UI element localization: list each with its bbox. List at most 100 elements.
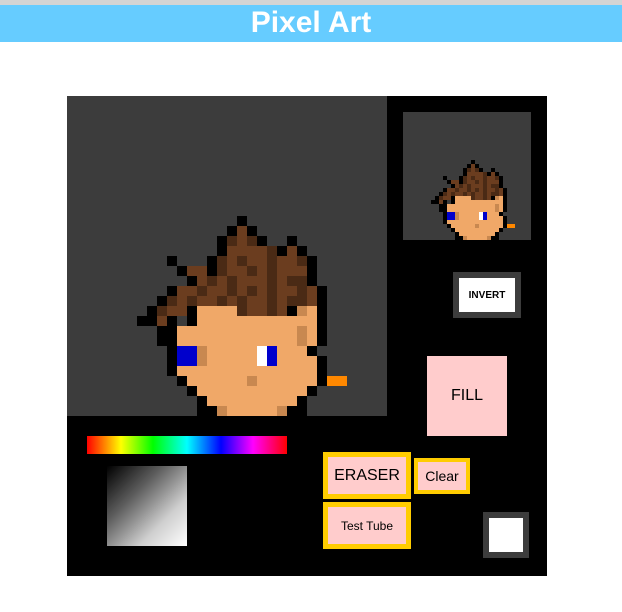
pixel <box>479 180 483 184</box>
pixel <box>447 196 451 200</box>
pixel <box>463 216 467 220</box>
pixel <box>447 188 451 192</box>
pixel <box>207 386 217 396</box>
pixel <box>147 316 157 326</box>
pixel <box>317 286 327 296</box>
pixel <box>459 180 463 184</box>
pixel <box>237 306 247 316</box>
pixel <box>483 192 487 196</box>
pixel <box>257 336 267 346</box>
pixel <box>467 232 471 236</box>
pixel <box>167 356 177 366</box>
pixel <box>443 204 447 208</box>
pixel <box>167 286 177 296</box>
pixel <box>467 204 471 208</box>
pixel <box>507 224 511 228</box>
pixel <box>483 200 487 204</box>
pixel <box>217 296 227 306</box>
pixel <box>483 220 487 224</box>
pixel <box>459 176 463 180</box>
pixel <box>257 366 267 376</box>
pixel <box>483 216 487 220</box>
selected-color-swatch[interactable] <box>483 512 529 558</box>
pixel <box>443 188 447 192</box>
pixel <box>187 346 197 356</box>
pixel <box>267 336 277 346</box>
pixel <box>475 216 479 220</box>
pixel <box>247 346 257 356</box>
pixel <box>487 176 491 180</box>
pixel <box>459 196 463 200</box>
pixel <box>439 192 443 196</box>
clear-button-label: Clear <box>425 468 459 484</box>
pixel <box>451 212 455 216</box>
pixel <box>451 180 455 184</box>
pixel <box>167 296 177 306</box>
pixel <box>475 164 479 168</box>
test-tube-button[interactable]: Test Tube <box>323 502 411 549</box>
pixel <box>197 316 207 326</box>
pixel <box>483 176 487 180</box>
pixel <box>177 336 187 346</box>
pixel <box>443 192 447 196</box>
pixel <box>227 296 237 306</box>
pixel <box>455 188 459 192</box>
pixel <box>227 276 237 286</box>
pixel <box>207 356 217 366</box>
pixel <box>495 220 499 224</box>
drawing-canvas[interactable] <box>67 96 387 416</box>
pixel <box>495 216 499 220</box>
pixel <box>257 396 267 406</box>
pixel <box>307 326 317 336</box>
invert-button[interactable]: INVERT <box>453 272 521 318</box>
pixel <box>227 346 237 356</box>
pixel <box>475 236 479 240</box>
pixel <box>197 346 207 356</box>
pixel <box>479 176 483 180</box>
pixel <box>443 212 447 216</box>
pixel <box>471 212 475 216</box>
pixel <box>237 356 247 366</box>
pixel <box>467 236 471 240</box>
pixel <box>503 200 507 204</box>
pixel <box>459 224 463 228</box>
pixel <box>247 286 257 296</box>
pixel <box>137 316 147 326</box>
pixel <box>207 376 217 386</box>
pixel <box>307 376 317 386</box>
eraser-button[interactable]: ERASER <box>323 452 411 499</box>
pixel <box>463 232 467 236</box>
pixel <box>491 184 495 188</box>
pixel <box>317 296 327 306</box>
pixel <box>475 172 479 176</box>
pixel <box>237 316 247 326</box>
pixel <box>451 196 455 200</box>
clear-button[interactable]: Clear <box>414 458 470 494</box>
pixel <box>467 176 471 180</box>
pixel <box>499 220 503 224</box>
pixel <box>287 376 297 386</box>
pixel <box>495 180 499 184</box>
pixel <box>187 296 197 306</box>
pixel <box>499 224 503 228</box>
pixel <box>471 176 475 180</box>
pixel <box>337 376 347 386</box>
pixel <box>491 216 495 220</box>
pixel <box>467 164 471 168</box>
pixel <box>197 266 207 276</box>
pixel <box>207 326 217 336</box>
pixel <box>177 356 187 366</box>
pixel <box>237 326 247 336</box>
pixel <box>167 326 177 336</box>
hue-slider[interactable] <box>87 436 287 454</box>
pixel <box>487 216 491 220</box>
pixel <box>217 276 227 286</box>
shade-picker[interactable] <box>107 466 187 546</box>
pixel <box>499 228 503 232</box>
pixel <box>455 212 459 216</box>
pixel <box>307 306 317 316</box>
fill-button[interactable]: FILL <box>427 356 507 436</box>
canvas-artwork <box>137 216 347 416</box>
pixel <box>277 376 287 386</box>
pixel <box>463 204 467 208</box>
